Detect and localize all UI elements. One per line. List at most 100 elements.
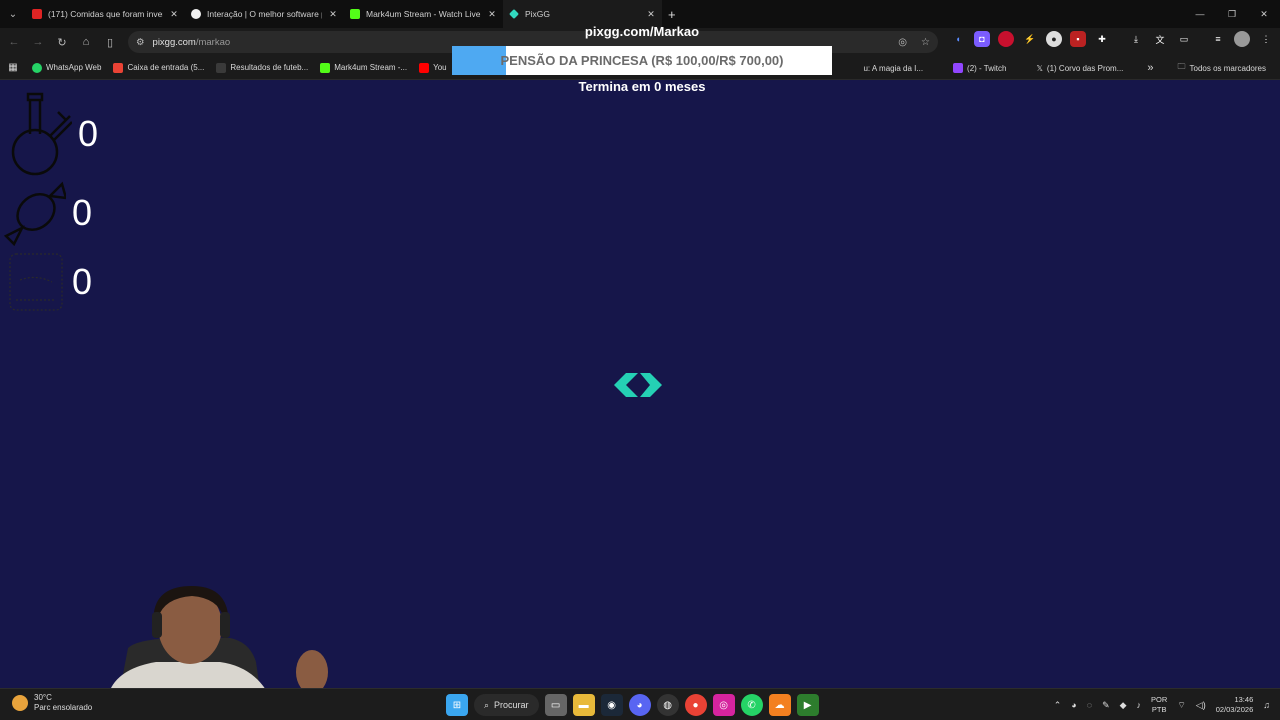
chrome-icon[interactable]: ●	[684, 694, 707, 716]
tab-youtube[interactable]: (171) Comidas que foram inven ✕	[26, 0, 185, 28]
close-tab-icon[interactable]: ✕	[646, 9, 656, 20]
weather-sun-icon	[12, 695, 28, 711]
youtube-icon	[419, 62, 430, 73]
shield-icon[interactable]: ◆	[1120, 700, 1127, 711]
avatar[interactable]	[1234, 31, 1250, 47]
gmail-icon	[113, 62, 124, 73]
restore-icon[interactable]: ❐	[1216, 0, 1248, 28]
counter-value: 0	[72, 192, 93, 233]
language-indicator[interactable]: POR PTB	[1151, 695, 1167, 715]
media-icon[interactable]: ≡	[1210, 31, 1226, 47]
apps-grid-icon[interactable]: ▦	[0, 62, 26, 73]
network-icon[interactable]: ◌	[1087, 700, 1092, 710]
cloud-app-icon[interactable]: ☁	[768, 694, 791, 716]
folder-icon: 🗀	[1177, 62, 1186, 71]
interacao-icon	[191, 9, 201, 19]
bookmark-item[interactable]: You	[413, 62, 453, 73]
steam-icon[interactable]: ◉	[600, 694, 623, 716]
file-explorer-icon[interactable]: ▬	[572, 694, 595, 716]
bong-icon	[11, 92, 72, 176]
extensions-area: ◖ ◘ ⚡ ● ▪ ✚ ⤓ 文 ▭ ≡ ⋮	[950, 31, 1274, 47]
extension-icon[interactable]: ◖	[950, 31, 966, 47]
windows-taskbar: 30°C Parc ensolarado ⊞ ⌕ Procurar ▭ ▬ ◉ ◕…	[0, 688, 1280, 720]
eye-off-icon[interactable]: ◎	[898, 37, 907, 48]
terminal-app-icon[interactable]: ▶	[796, 694, 819, 716]
x-icon: 𝕏	[1036, 63, 1043, 73]
pixgg-icon	[509, 9, 519, 19]
extensions-puzzle-icon[interactable]: ✚	[1094, 31, 1110, 47]
download-icon[interactable]: ⤓	[1128, 31, 1144, 47]
candy-icon	[4, 181, 66, 246]
extension-icon[interactable]: ⚡	[1022, 31, 1038, 47]
extension-icon[interactable]: ●	[1046, 31, 1062, 47]
new-tab-icon[interactable]: +	[662, 7, 676, 22]
bookmark-star-icon[interactable]: ☆	[921, 37, 930, 48]
more-menu-icon[interactable]: ⋮	[1258, 31, 1274, 47]
translate-icon[interactable]: 文	[1152, 31, 1168, 47]
bookmark-item[interactable]: Resultados de futeb...	[210, 62, 314, 73]
jar-icon	[9, 253, 63, 311]
cast-icon[interactable]: ▭	[1176, 31, 1192, 47]
goal-progress-bar: PENSÃO DA PRINCESA (R$ 100,00/R$ 700,00)	[452, 46, 832, 75]
taskbar-apps: ⊞ ⌕ Procurar ▭ ▬ ◉ ◕ ◍ ● ◎ ✆ ☁ ▶	[446, 693, 819, 717]
bookmark-item[interactable]: u: A magia da I...	[857, 64, 929, 73]
bookmarks-right: u: A magia da I... (2) - Twitch 𝕏 (1) Cor…	[857, 56, 1272, 80]
tab-search-chevron-icon[interactable]: ⌄	[0, 0, 26, 28]
pen-icon[interactable]: ✎	[1102, 700, 1110, 711]
kick-icon	[320, 62, 331, 73]
more-bookmarks-icon[interactable]: »	[1147, 62, 1153, 74]
windows-start-icon[interactable]: ⊞	[446, 694, 468, 716]
bookmark-item[interactable]: Mark4um Stream -...	[314, 62, 413, 73]
reload-icon[interactable]: ↻	[50, 28, 74, 56]
all-bookmarks-folder[interactable]: 🗀 Todos os marcadores	[1172, 61, 1272, 75]
youtube-icon	[32, 9, 42, 19]
tab-title: Mark4um Stream - Watch Live c	[366, 9, 481, 19]
extension-icon[interactable]: ▪	[1070, 31, 1086, 47]
extension-icon[interactable]: ◘	[974, 31, 990, 47]
counter-bong: 0	[8, 92, 98, 176]
counter-value: 0	[78, 113, 99, 154]
counter-value: 0	[72, 261, 93, 302]
forward-icon[interactable]: →	[26, 28, 50, 56]
bookmark-item[interactable]: (2) - Twitch	[947, 63, 1012, 73]
close-tab-icon[interactable]: ✕	[169, 9, 179, 20]
system-tray: ⌃ ◕ ◌ ✎ ◆ ♪ POR PTB ⌔ ◁) 13:46 02/03/2026 …	[1054, 693, 1270, 717]
pixgg-logo	[614, 373, 662, 397]
whatsapp-icon	[32, 62, 42, 73]
counter-candy: 0	[4, 180, 92, 246]
tray-chevron-icon[interactable]: ⌃	[1054, 700, 1062, 711]
twitch-icon	[953, 63, 964, 73]
task-view-icon[interactable]: ▭	[544, 694, 567, 716]
webcam-feed	[100, 582, 330, 690]
instagram-icon[interactable]: ◎	[712, 694, 735, 716]
taskbar-search[interactable]: ⌕ Procurar	[474, 694, 539, 716]
discord-tray-icon[interactable]: ◕	[1071, 700, 1076, 710]
back-icon[interactable]: ←	[2, 28, 26, 56]
tab-title: PixGG	[525, 9, 551, 19]
home-icon[interactable]: ⌂	[74, 28, 98, 56]
tab-interacao[interactable]: Interação | O melhor software p ✕	[185, 0, 344, 28]
site-info-icon[interactable]: ⚙	[136, 37, 145, 48]
notification-bell-icon[interactable]: ♫	[1263, 700, 1270, 710]
app-icon[interactable]: ◍	[656, 694, 679, 716]
goal-time-left: Termina em 0 meses	[578, 79, 706, 94]
volume-icon[interactable]: ◁)	[1196, 700, 1206, 711]
weather-widget[interactable]: 30°C Parc ensolarado	[12, 693, 92, 713]
tab-kick[interactable]: Mark4um Stream - Watch Live c ✕	[344, 0, 503, 28]
discord-icon[interactable]: ◕	[628, 694, 651, 716]
close-tab-icon[interactable]: ✕	[487, 9, 497, 20]
whatsapp-icon[interactable]: ✆	[740, 694, 763, 716]
bookmark-item[interactable]: Caixa de entrada (5...	[107, 62, 210, 73]
close-window-icon[interactable]: ✕	[1248, 0, 1280, 28]
taskbar-clock[interactable]: 13:46 02/03/2026	[1216, 695, 1254, 715]
window-controls: — ❐ ✕	[1184, 0, 1280, 28]
microphone-icon[interactable]: ♪	[1137, 700, 1142, 710]
split-view-icon[interactable]: ▯	[98, 28, 122, 56]
wifi-icon[interactable]: ⌔	[1177, 700, 1185, 711]
close-tab-icon[interactable]: ✕	[328, 9, 338, 20]
weather-temp: 30°C	[34, 693, 52, 702]
bookmark-item[interactable]: 𝕏 (1) Corvo das Prom...	[1030, 64, 1129, 73]
minimize-icon[interactable]: —	[1184, 0, 1216, 28]
extension-icon[interactable]	[998, 31, 1014, 47]
bookmark-item[interactable]: WhatsApp Web	[26, 62, 107, 73]
